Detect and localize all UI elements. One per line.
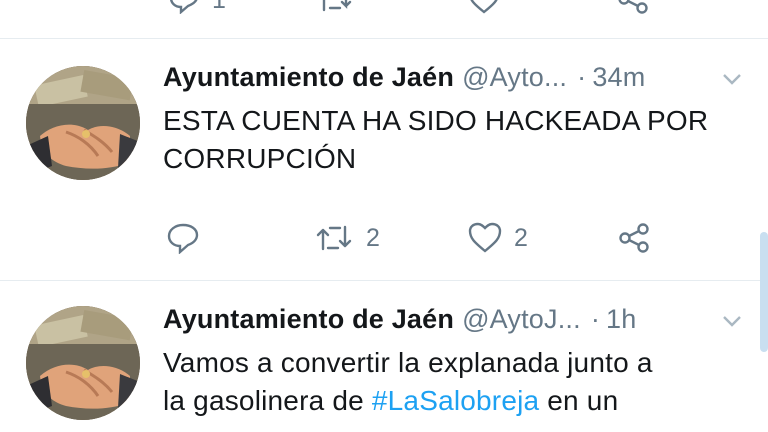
author-name[interactable]: Ayuntamiento de Jaén bbox=[163, 62, 454, 92]
retweet-count: 2 bbox=[366, 223, 380, 252]
handshake-avatar-image bbox=[26, 306, 140, 420]
prev-like-action[interactable] bbox=[468, 0, 500, 14]
share-icon bbox=[618, 0, 648, 14]
prev-retweet-action[interactable] bbox=[316, 0, 354, 14]
tweet-text-line-2: la gasolinera de #LaSalobreja en un bbox=[163, 382, 653, 420]
prev-reply-count: 1 bbox=[212, 0, 226, 13]
author-handle[interactable]: @Ayto... bbox=[462, 62, 567, 92]
tweet-header: Ayuntamiento de Jaén @Ayto... · 34m bbox=[163, 62, 645, 93]
share-icon bbox=[619, 223, 649, 253]
hashtag-link[interactable]: #LaSalobreja bbox=[372, 385, 539, 416]
chevron-down-icon bbox=[723, 316, 741, 327]
scrollbar[interactable] bbox=[760, 232, 768, 352]
retweet-action[interactable]: 2 bbox=[314, 222, 380, 254]
like-count: 2 bbox=[514, 223, 528, 252]
retweet-icon bbox=[316, 225, 352, 251]
share-action[interactable] bbox=[616, 222, 652, 254]
tweet-header: Ayuntamiento de Jaén @AytoJ... · 1h bbox=[163, 304, 636, 335]
tweet-text-after-hashtag: en un bbox=[539, 385, 619, 416]
author-name[interactable]: Ayuntamiento de Jaén bbox=[163, 304, 454, 334]
heart-icon bbox=[468, 222, 502, 253]
reply-icon bbox=[167, 223, 199, 254]
tweet-text: Vamos a convertir la explanada junto a l… bbox=[163, 344, 653, 420]
reply-action[interactable] bbox=[166, 222, 200, 254]
tweet-text-line-1: Vamos a convertir la explanada junto a bbox=[163, 347, 653, 378]
separator-dot: · bbox=[577, 62, 587, 92]
tweet-1[interactable]: Ayuntamiento de Jaén @Ayto... · 34m ESTA CU… bbox=[0, 38, 768, 278]
handshake-avatar-image bbox=[26, 66, 140, 180]
retweet-icon bbox=[322, 0, 352, 12]
tweet-menu-button[interactable] bbox=[722, 314, 742, 333]
tweet-time[interactable]: 1h bbox=[606, 304, 636, 334]
heart-icon bbox=[470, 0, 498, 14]
tweet-text: ESTA CUENTA HA SIDO HACKEADA POR CORRUPC… bbox=[163, 102, 708, 178]
avatar[interactable] bbox=[26, 66, 140, 180]
prev-reply-action[interactable]: 1 bbox=[168, 0, 226, 14]
prev-share-action[interactable] bbox=[616, 0, 650, 14]
avatar[interactable] bbox=[26, 306, 140, 420]
tweet-text-before-hashtag: la gasolinera de bbox=[163, 385, 372, 416]
tweet-text-line-1: ESTA CUENTA HA SIDO HACKEADA POR bbox=[163, 105, 709, 136]
tweet-menu-button[interactable] bbox=[722, 72, 742, 91]
tweet-text-line-2: CORRUPCIÓN bbox=[163, 143, 357, 174]
author-handle[interactable]: @AytoJ... bbox=[462, 304, 581, 334]
chevron-down-icon bbox=[723, 74, 741, 85]
separator-dot: · bbox=[590, 304, 601, 334]
like-action[interactable]: 2 bbox=[468, 222, 528, 254]
reply-icon bbox=[170, 0, 198, 14]
tweet-2[interactable]: Ayuntamiento de Jaén @AytoJ... · 1h Vamos a… bbox=[0, 280, 768, 432]
tweet-time[interactable]: 34m bbox=[592, 62, 645, 92]
